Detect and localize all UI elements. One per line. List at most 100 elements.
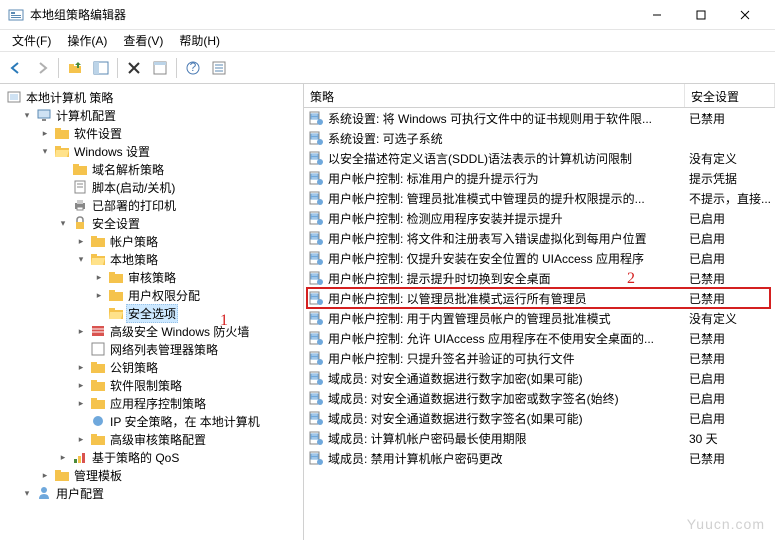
policy-item-icon [308, 150, 324, 166]
policy-row[interactable]: 域成员: 对安全通道数据进行数字加密或数字签名(始终)已启用 [304, 388, 775, 408]
tree-item-computer-config[interactable]: ▾ 计算机配置 [2, 106, 301, 124]
column-header-policy[interactable]: 策略 [304, 84, 685, 107]
tree-item-name-resolution[interactable]: ▸ 域名解析策略 [2, 160, 301, 178]
policy-item-icon [308, 330, 324, 346]
policy-row[interactable]: 用户帐户控制: 管理员批准模式中管理员的提升权限提示的...不提示，直接... [304, 188, 775, 208]
expander-icon[interactable]: ▸ [74, 234, 88, 248]
policy-item-icon [308, 310, 324, 326]
tree-item-ipsec[interactable]: ▸ IP 安全策略，在 本地计算机 [2, 412, 301, 430]
expander-icon[interactable]: ▸ [74, 378, 88, 392]
minimize-button[interactable] [635, 0, 679, 30]
policy-setting: 已禁用 [689, 290, 771, 307]
tree-label: 帐户策略 [108, 232, 160, 251]
column-header-setting[interactable]: 安全设置 [685, 84, 775, 107]
menu-action[interactable]: 操作(A) [59, 30, 115, 51]
maximize-button[interactable] [679, 0, 723, 30]
tree-label: IP 安全策略，在 本地计算机 [108, 412, 262, 431]
expander-icon[interactable]: ▾ [38, 144, 52, 158]
expander-icon[interactable]: ▾ [74, 252, 88, 266]
expander-icon[interactable]: ▾ [56, 216, 70, 230]
menu-view[interactable]: 查看(V) [115, 30, 171, 51]
policy-name: 用户帐户控制: 检测应用程序安装并提示提升 [328, 210, 689, 227]
tree-item-public-key[interactable]: ▸ 公钥策略 [2, 358, 301, 376]
policy-setting: 已启用 [689, 230, 771, 247]
svg-text:?: ? [190, 60, 197, 74]
policy-row[interactable]: 用户帐户控制: 检测应用程序安装并提示提升已启用 [304, 208, 775, 228]
policy-setting: 30 天 [689, 430, 771, 447]
policy-row[interactable]: 用户帐户控制: 用于内置管理员帐户的管理员批准模式没有定义 [304, 308, 775, 328]
show-hide-tree-button[interactable] [89, 56, 113, 80]
tree-label: 用户权限分配 [126, 286, 202, 305]
tree-panel[interactable]: 本地计算机 策略 ▾ 计算机配置 ▸ 软件设置 ▾ Windows 设置 ▸ 域… [0, 84, 304, 540]
policy-name: 系统设置: 将 Windows 可执行文件中的证书规则用于软件限... [328, 110, 689, 127]
up-button[interactable] [63, 56, 87, 80]
tree-item-admin-templates[interactable]: ▸ 管理模板 [2, 466, 301, 484]
tree-label: 高级审核策略配置 [108, 430, 208, 449]
tree-item-adv-audit[interactable]: ▸ 高级审核策略配置 [2, 430, 301, 448]
expander-icon[interactable]: ▸ [74, 396, 88, 410]
tree-item-security-settings[interactable]: ▾ 安全设置 [2, 214, 301, 232]
policy-row[interactable]: 用户帐户控制: 只提升签名并验证的可执行文件已禁用 [304, 348, 775, 368]
policy-row[interactable]: 用户帐户控制: 标准用户的提升提示行为提示凭据 [304, 168, 775, 188]
tree-item-network-list[interactable]: ▸ 网络列表管理器策略 [2, 340, 301, 358]
policy-item-icon [308, 110, 324, 126]
policy-row[interactable]: 域成员: 禁用计算机帐户密码更改已禁用 [304, 448, 775, 468]
tree-item-software-restriction[interactable]: ▸ 软件限制策略 [2, 376, 301, 394]
expander-icon[interactable]: ▸ [74, 324, 88, 338]
policy-row[interactable]: 用户帐户控制: 允许 UIAccess 应用程序在不使用安全桌面的...已禁用 [304, 328, 775, 348]
policy-row[interactable]: 域成员: 计算机帐户密码最长使用期限30 天 [304, 428, 775, 448]
policy-row[interactable]: 用户帐户控制: 以管理员批准模式运行所有管理员已禁用 [304, 288, 775, 308]
close-button[interactable] [723, 0, 767, 30]
policy-row[interactable]: 用户帐户控制: 将文件和注册表写入错误虚拟化到每用户位置已启用 [304, 228, 775, 248]
tree-item-software-settings[interactable]: ▸ 软件设置 [2, 124, 301, 142]
policy-row[interactable]: 系统设置: 将 Windows 可执行文件中的证书规则用于软件限...已禁用 [304, 108, 775, 128]
tree-label: 审核策略 [126, 268, 178, 287]
tree-item-qos[interactable]: ▸ 基于策略的 QoS [2, 448, 301, 466]
expander-icon[interactable]: ▸ [38, 468, 52, 482]
expander-icon[interactable]: ▸ [74, 432, 88, 446]
delete-button[interactable] [122, 56, 146, 80]
policy-name: 域成员: 计算机帐户密码最长使用期限 [328, 430, 689, 447]
policy-item-icon [308, 190, 324, 206]
tree-item-audit-policy[interactable]: ▸ 审核策略 [2, 268, 301, 286]
expander-icon[interactable]: ▾ [20, 108, 34, 122]
tree-item-account-policies[interactable]: ▸ 帐户策略 [2, 232, 301, 250]
expander-icon[interactable]: ▸ [56, 450, 70, 464]
folder-icon [90, 359, 106, 375]
policy-setting: 不提示，直接... [689, 190, 771, 207]
expander-icon[interactable]: ▸ [92, 288, 106, 302]
tree-item-user-config[interactable]: ▾ 用户配置 [2, 484, 301, 502]
policy-row[interactable]: 用户帐户控制: 仅提升安装在安全位置的 UIAccess 应用程序已启用 [304, 248, 775, 268]
menu-help[interactable]: 帮助(H) [171, 30, 228, 51]
back-button[interactable] [4, 56, 28, 80]
tree-item-local-policies[interactable]: ▾ 本地策略 [2, 250, 301, 268]
tree-item-app-control[interactable]: ▸ 应用程序控制策略 [2, 394, 301, 412]
menu-file[interactable]: 文件(F) [4, 30, 59, 51]
tree-item-scripts[interactable]: ▸ 脚本(启动/关机) [2, 178, 301, 196]
policy-row[interactable]: 以安全描述符定义语言(SDDL)语法表示的计算机访问限制没有定义 [304, 148, 775, 168]
policy-row[interactable]: 域成员: 对安全通道数据进行数字加密(如果可能)已启用 [304, 368, 775, 388]
policy-item-icon [308, 230, 324, 246]
expander-icon[interactable]: ▸ [92, 270, 106, 284]
help-button[interactable]: ? [181, 56, 205, 80]
expander-icon[interactable]: ▸ [74, 360, 88, 374]
tree-item-security-options[interactable]: ▸ 安全选项 [2, 304, 301, 322]
filter-button[interactable] [207, 56, 231, 80]
forward-button[interactable] [30, 56, 54, 80]
policy-list-panel[interactable]: 策略 安全设置 系统设置: 将 Windows 可执行文件中的证书规则用于软件限… [304, 84, 775, 540]
tree-item-user-rights[interactable]: ▸ 用户权限分配 [2, 286, 301, 304]
policy-row[interactable]: 系统设置: 可选子系统 [304, 128, 775, 148]
policy-item-icon [308, 350, 324, 366]
expander-icon[interactable]: ▸ [38, 126, 52, 140]
tree-item-windows-settings[interactable]: ▾ Windows 设置 [2, 142, 301, 160]
properties-button[interactable] [148, 56, 172, 80]
policy-row[interactable]: 域成员: 对安全通道数据进行数字签名(如果可能)已启用 [304, 408, 775, 428]
folder-icon [90, 377, 106, 393]
tree-item-adv-firewall[interactable]: ▸ 高级安全 Windows 防火墙 [2, 322, 301, 340]
policy-row[interactable]: 用户帐户控制: 提示提升时切换到安全桌面已禁用 [304, 268, 775, 288]
toolbar-separator [176, 58, 177, 78]
expander-icon[interactable]: ▾ [20, 486, 34, 500]
policy-name: 域成员: 对安全通道数据进行数字加密或数字签名(始终) [328, 390, 689, 407]
tree-root[interactable]: 本地计算机 策略 [2, 88, 301, 106]
tree-item-deployed-printers[interactable]: ▸ 已部署的打印机 [2, 196, 301, 214]
